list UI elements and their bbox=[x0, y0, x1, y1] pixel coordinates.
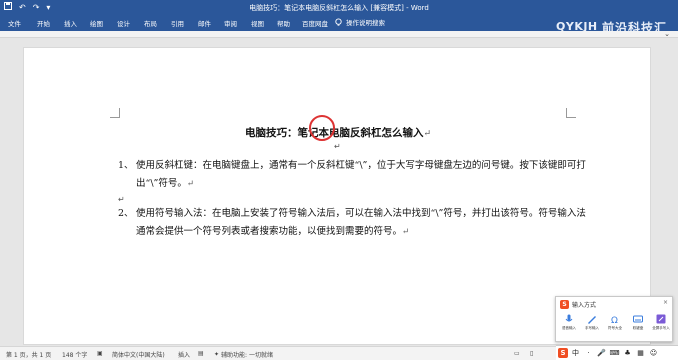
ime-item-label: 手写输入 bbox=[585, 326, 599, 330]
ime-language-toggle[interactable]: 中 bbox=[570, 348, 581, 358]
list-item-text: 使用符号输入法：在电脑上安装了符号输入法后，可以在输入法中找到“\”符号，并打出… bbox=[136, 208, 586, 237]
status-language[interactable]: 简体中文(中国大陆) bbox=[112, 350, 165, 359]
status-insert-mode[interactable]: 插入 bbox=[178, 350, 190, 359]
title-bar: ↶ ↷ ▾ 电脑技巧：笔记本电脑反斜杠怎么输入 [兼容模式] - Word bbox=[0, 0, 678, 14]
ime-item-label: 软键盘 bbox=[632, 326, 644, 330]
user-icon[interactable]: ☺ bbox=[648, 349, 659, 357]
status-accessibility[interactable]: ✦ 辅助功能: 一切就绪 bbox=[214, 350, 273, 359]
keyboard-icon[interactable]: ⌨ bbox=[609, 349, 620, 357]
tab-help[interactable]: 帮助 bbox=[277, 18, 290, 28]
read-mode-icon[interactable]: ▯ bbox=[530, 350, 533, 357]
status-page[interactable]: 第 1 页，共 1 页 bbox=[6, 350, 51, 359]
lightbulb-icon bbox=[335, 17, 342, 26]
tell-me-search[interactable]: 操作说明搜索 bbox=[334, 17, 385, 27]
accessibility-label: 辅助功能: 一切就绪 bbox=[221, 352, 273, 359]
focus-mode-icon[interactable]: ▭ bbox=[514, 350, 520, 357]
pen-icon bbox=[588, 316, 596, 324]
proofing-icon[interactable]: ▣ bbox=[97, 350, 103, 357]
list-item-text: 使用反斜杠键：在电脑键盘上，通常有一个反斜杠键“\”，位于大写字母键盘左边的问号… bbox=[136, 160, 586, 189]
ime-item-label: 符号大全 bbox=[608, 326, 622, 330]
collapsed-ribbon: ⌄ bbox=[0, 30, 678, 38]
tab-review[interactable]: 审阅 bbox=[224, 18, 237, 28]
keyboard-icon bbox=[633, 315, 643, 323]
close-icon[interactable]: × bbox=[663, 299, 668, 306]
status-word-count[interactable]: 148 个字 bbox=[62, 350, 87, 359]
margin-corner-mark bbox=[566, 108, 576, 118]
paragraph-mark: ↵ bbox=[402, 227, 410, 237]
ime-handwriting-input[interactable]: 手写输入 bbox=[581, 314, 603, 331]
paragraph-mark: ↵ bbox=[423, 129, 432, 139]
ime-panel-header: S 输入方式 bbox=[560, 300, 596, 309]
list-number: 1、 bbox=[118, 160, 134, 171]
svg-text:Ω: Ω bbox=[611, 316, 618, 324]
ime-symbols[interactable]: Ω 符号大全 bbox=[604, 314, 626, 331]
list-item: 2、 使用符号输入法：在电脑上安装了符号输入法后，可以在输入法中找到“\”符号，… bbox=[118, 205, 588, 245]
window-title: 电脑技巧：笔记本电脑反斜杠怎么输入 [兼容模式] - Word bbox=[249, 4, 429, 12]
tab-insert[interactable]: 插入 bbox=[64, 18, 77, 28]
tell-me-label: 操作说明搜索 bbox=[346, 19, 385, 27]
ime-panel-title: 输入方式 bbox=[572, 302, 597, 309]
microphone-icon[interactable]: 🎤 bbox=[596, 349, 607, 357]
chevron-down-icon[interactable]: ⌄ bbox=[664, 30, 670, 38]
ime-fullscreen-handwriting[interactable]: 全屏手写入 bbox=[650, 314, 672, 331]
skin-icon[interactable]: ♣ bbox=[622, 349, 633, 357]
microphone-icon bbox=[565, 314, 573, 322]
tab-references[interactable]: 引用 bbox=[171, 18, 184, 28]
macro-icon[interactable]: ▤ bbox=[198, 350, 204, 357]
tab-design[interactable]: 设计 bbox=[117, 18, 130, 28]
tab-view[interactable]: 视图 bbox=[251, 18, 264, 28]
tab-baidu-netdisk[interactable]: 百度网盘 bbox=[302, 18, 328, 28]
symbol-icon: Ω bbox=[611, 316, 618, 324]
highlight-circle bbox=[309, 115, 335, 141]
ime-punctuation-toggle[interactable]: · bbox=[583, 349, 594, 357]
fullscreen-pen-icon bbox=[656, 314, 666, 324]
list-number: 2、 bbox=[118, 208, 134, 219]
tab-file[interactable]: 文件 bbox=[8, 18, 21, 28]
paragraph-mark: ↵ bbox=[334, 142, 341, 151]
sogou-logo-icon: S bbox=[560, 300, 569, 309]
list-item: 1、 使用反斜杠键：在电脑键盘上，通常有一个反斜杠键“\”，位于大写字母键盘左边… bbox=[118, 157, 588, 197]
tab-home[interactable]: 开始 bbox=[37, 18, 50, 28]
paragraph-mark: ↵ bbox=[186, 179, 195, 189]
ime-item-label: 全屏手写入 bbox=[652, 326, 670, 330]
paragraph-mark: ↵ bbox=[118, 195, 125, 204]
margin-corner-mark bbox=[110, 108, 120, 118]
accessibility-icon: ✦ bbox=[214, 351, 220, 358]
ime-input-method-panel: S 输入方式 × 语音输入 手写输入 Ω 符号大全 软键盘 全屏手写入 bbox=[555, 296, 673, 342]
tab-draw[interactable]: 绘图 bbox=[90, 18, 103, 28]
ime-item-label: 语音输入 bbox=[562, 326, 576, 330]
ime-voice-input[interactable]: 语音输入 bbox=[558, 314, 580, 331]
ime-soft-keyboard[interactable]: 软键盘 bbox=[627, 314, 649, 331]
tab-mailings[interactable]: 邮件 bbox=[198, 18, 211, 28]
grid-icon[interactable]: ▦ bbox=[635, 349, 646, 357]
ime-toolbar: S 中 · 🎤 ⌨ ♣ ▦ ☺ bbox=[556, 345, 678, 360]
tab-layout[interactable]: 布局 bbox=[144, 18, 157, 28]
sogou-logo-icon[interactable]: S bbox=[558, 348, 568, 358]
document-title: 电脑技巧：笔记本电脑反斜杠怎么输入↵ bbox=[24, 125, 652, 140]
